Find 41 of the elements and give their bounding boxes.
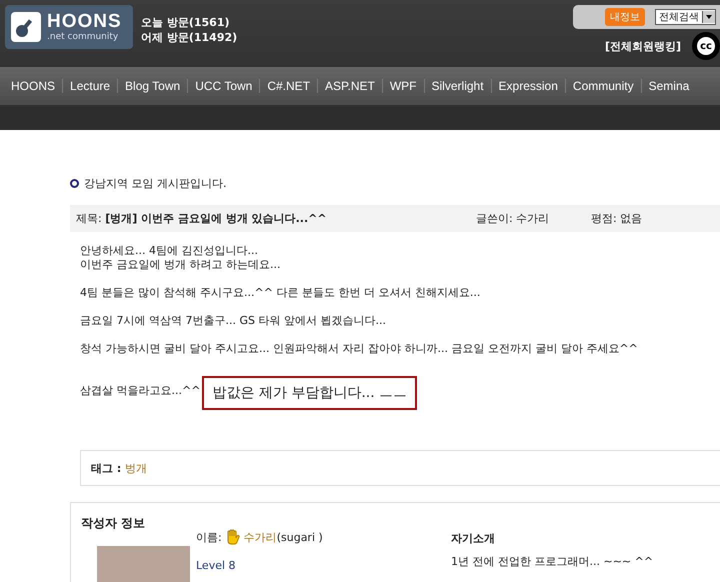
intro-title: 자기소개 xyxy=(451,531,496,546)
nav-link[interactable]: Silverlight xyxy=(424,79,492,93)
search-scope-select[interactable]: 전체검색 xyxy=(655,9,716,25)
post-text: 창석 가능하시면 굴비 달아 주시고요... 인원파악해서 자리 잡아야 하니까... 금요일 오전까지 굴비 달아 주세요^^ xyxy=(80,342,639,356)
board-title: 강남지역 모임 게시판입니다. xyxy=(84,176,226,191)
nav-link[interactable]: C#.NET xyxy=(260,79,318,93)
site-logo[interactable]: HOONS .net community xyxy=(5,5,133,49)
visit-count: 오늘 방문(1561) xyxy=(141,15,230,30)
logo-text: HOONS xyxy=(47,12,122,32)
nav-link[interactable]: WPF xyxy=(382,79,425,93)
nav-link[interactable]: HOONS xyxy=(4,79,64,93)
post-author: 글쓴이: 수가리 xyxy=(476,211,550,226)
nav-link[interactable]: ASP.NET xyxy=(318,79,383,93)
cc-badge: cc xyxy=(695,35,717,57)
post-text: 안녕하세요... 4팀에 김진성입니다... xyxy=(80,244,259,258)
post-rating: 평점: 없음 xyxy=(591,211,642,226)
name-label: 이름: xyxy=(196,530,222,544)
intro-text: 1년 전에 전업한 프로그래머... ~~~ ^^ xyxy=(451,554,654,569)
tag-link[interactable]: 벙개 xyxy=(125,460,148,476)
post-text: 4팀 분들은 많이 참석해 주시구요...^^ 다른 분들도 한번 더 오셔서 친해지세요... xyxy=(80,286,482,300)
highlighted-text: 밥값은 제가 부담합니다... ㅡㅡ xyxy=(202,376,418,410)
nav-link[interactable]: UCC Town xyxy=(188,79,260,93)
nav-link[interactable]: Community xyxy=(566,79,642,93)
post-text: 금요일 7시에 역삼역 7번출구... GS 타워 앞에서 뵙겠습니다... xyxy=(80,314,387,328)
author-info-title: 작성자 정보 xyxy=(81,515,146,532)
nav-link[interactable]: Lecture xyxy=(63,79,118,93)
post-subject: 제목: [벙개] 이번주 금요일에 벙개 있습니다...^^ xyxy=(76,211,328,226)
dropdown-arrow-icon xyxy=(702,11,715,23)
post-text: 이번주 금요일에 벙개 하려고 하는데요... xyxy=(80,258,282,272)
tag-label: 태그 : xyxy=(91,460,122,476)
user-name: 수가리(sugari ) xyxy=(244,530,323,544)
nav-link[interactable]: Expression xyxy=(492,79,566,93)
bullet-icon xyxy=(70,179,79,188)
post-text: 삼겹살 먹을라고요...^^ xyxy=(80,382,200,398)
nav-link[interactable]: Blog Town xyxy=(118,79,188,93)
logo-subtitle: .net community xyxy=(47,32,120,42)
visit-count: 어제 방문(11492) xyxy=(141,30,238,45)
ranking-link[interactable]: [전체회원랭킹] xyxy=(604,38,681,54)
level-link[interactable]: Level 8 xyxy=(196,559,451,572)
hand-icon xyxy=(226,529,240,545)
nav-link[interactable]: Semina xyxy=(642,79,690,93)
